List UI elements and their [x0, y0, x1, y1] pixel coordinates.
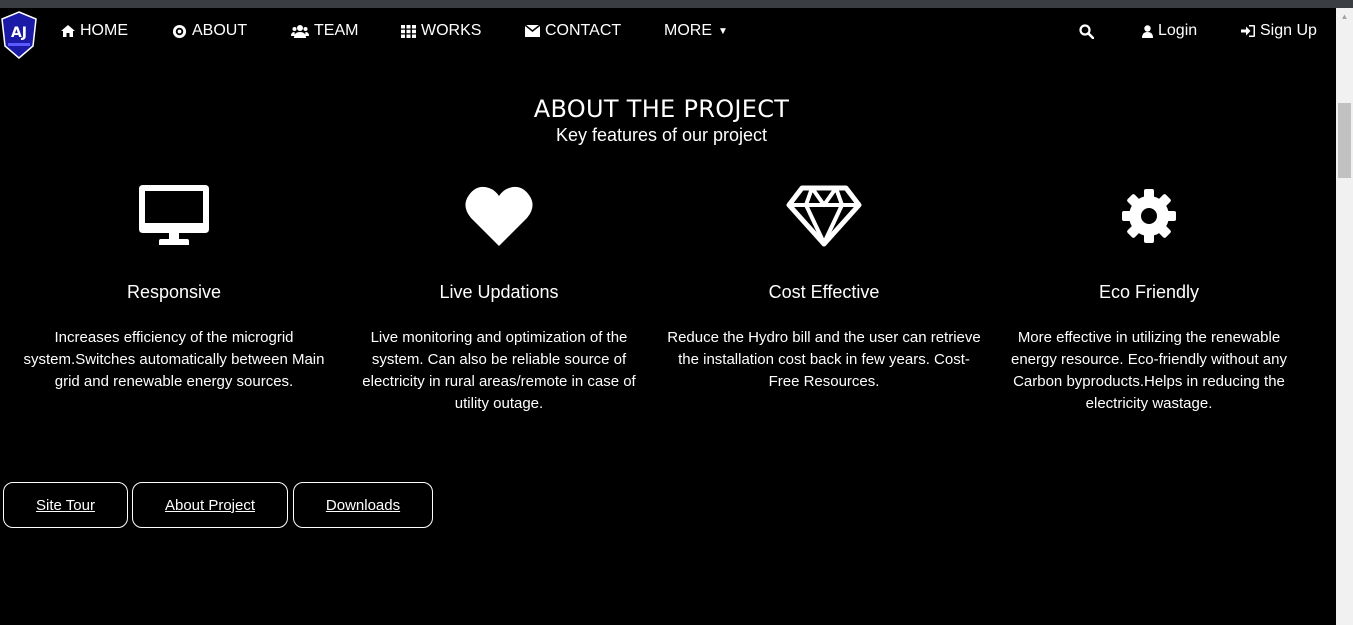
feature-title: Live Updations	[439, 282, 559, 302]
feature-description: Reduce the Hydro bill and the user can r…	[667, 329, 981, 390]
caret-down-icon: ▼	[718, 25, 728, 37]
nav-about-label: ABOUT	[192, 22, 248, 39]
nav-works-label: WORKS	[421, 22, 482, 39]
envelope-icon	[525, 25, 540, 37]
sign-in-icon	[1241, 25, 1255, 37]
scrollbar-thumb[interactable]	[1338, 103, 1351, 178]
search-icon	[1079, 23, 1094, 39]
feature-card-responsive: Responsive Increases efficiency of the m…	[14, 180, 334, 393]
desktop-icon	[14, 180, 334, 252]
nav-home[interactable]: HOME	[61, 21, 128, 41]
nav-contact-label: CONTACT	[545, 22, 622, 39]
main-navbar: AJ HOME ABOUT TEAM WORKS CONTACT MORE ▼ …	[0, 8, 1336, 59]
user-icon	[1142, 24, 1153, 38]
nav-signup[interactable]: Sign Up	[1241, 21, 1317, 41]
nav-team-label: TEAM	[314, 22, 359, 39]
site-logo[interactable]: AJ	[0, 10, 38, 60]
about-project-button[interactable]: About Project	[132, 482, 288, 528]
scroll-up-arrow-icon[interactable]: ▲	[1336, 8, 1353, 25]
section-subtitle: Key features of our project	[555, 125, 768, 145]
feature-description: Increases efficiency of the microgrid sy…	[23, 329, 325, 390]
section-title: ABOUT THE PROJECT	[533, 94, 790, 123]
about-icon	[172, 24, 187, 38]
diamond-icon	[664, 180, 984, 252]
feature-title: Responsive	[126, 282, 222, 302]
feature-description: Live monitoring and optimization of the …	[362, 329, 636, 412]
nav-works[interactable]: WORKS	[401, 21, 481, 41]
nav-login-label: Login	[1158, 22, 1198, 39]
grid-icon	[401, 24, 416, 38]
nav-signup-label: Sign Up	[1260, 22, 1317, 39]
site-tour-button[interactable]: Site Tour	[3, 482, 128, 528]
browser-top-strip	[0, 0, 1353, 8]
feature-title: Cost Effective	[768, 282, 880, 302]
heart-icon	[339, 180, 659, 252]
feature-card-cost-effective: Cost Effective Reduce the Hydro bill and…	[664, 180, 984, 393]
feature-card-eco-friendly: Eco Friendly More effective in utilizing…	[989, 180, 1309, 415]
feature-card-live-updations: Live Updations Live monitoring and optim…	[339, 180, 659, 415]
nav-contact[interactable]: CONTACT	[525, 21, 621, 41]
users-icon	[291, 25, 309, 38]
feature-title: Eco Friendly	[1098, 282, 1200, 302]
nav-search[interactable]	[1079, 21, 1094, 41]
nav-about[interactable]: ABOUT	[172, 21, 247, 41]
nav-team[interactable]: TEAM	[291, 21, 358, 41]
nav-more-dropdown[interactable]: MORE ▼	[664, 21, 728, 41]
nav-home-label: HOME	[80, 22, 128, 39]
downloads-button[interactable]: Downloads	[293, 482, 433, 528]
nav-more-label: MORE	[664, 22, 712, 39]
logo-text: AJ	[11, 25, 27, 41]
feature-description: More effective in utilizing the renewabl…	[1011, 329, 1287, 412]
gear-icon	[989, 180, 1309, 252]
nav-login[interactable]: Login	[1142, 21, 1197, 41]
page-scrollbar[interactable]: ▲	[1336, 8, 1353, 625]
home-icon	[61, 25, 75, 37]
